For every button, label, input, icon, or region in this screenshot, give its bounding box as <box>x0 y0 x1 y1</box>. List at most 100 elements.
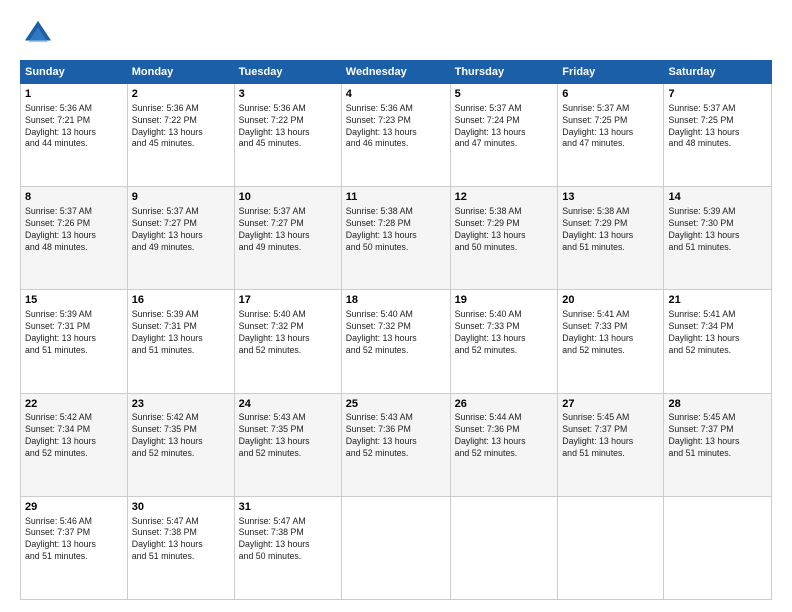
day-number: 18 <box>346 293 446 308</box>
day-cell: 17Sunrise: 5:40 AM Sunset: 7:32 PM Dayli… <box>234 290 341 393</box>
day-info: Sunrise: 5:44 AM Sunset: 7:36 PM Dayligh… <box>455 412 554 460</box>
day-info: Sunrise: 5:37 AM Sunset: 7:25 PM Dayligh… <box>668 103 767 151</box>
day-number: 31 <box>239 500 337 515</box>
day-info: Sunrise: 5:37 AM Sunset: 7:24 PM Dayligh… <box>455 103 554 151</box>
calendar-body: 1Sunrise: 5:36 AM Sunset: 7:21 PM Daylig… <box>21 84 772 600</box>
day-number: 30 <box>132 500 230 515</box>
day-number: 13 <box>562 190 659 205</box>
day-info: Sunrise: 5:42 AM Sunset: 7:35 PM Dayligh… <box>132 412 230 460</box>
day-cell: 4Sunrise: 5:36 AM Sunset: 7:23 PM Daylig… <box>341 84 450 187</box>
day-number: 27 <box>562 397 659 412</box>
day-info: Sunrise: 5:46 AM Sunset: 7:37 PM Dayligh… <box>25 516 123 564</box>
day-cell: 19Sunrise: 5:40 AM Sunset: 7:33 PM Dayli… <box>450 290 558 393</box>
day-info: Sunrise: 5:38 AM Sunset: 7:29 PM Dayligh… <box>562 206 659 254</box>
day-info: Sunrise: 5:39 AM Sunset: 7:31 PM Dayligh… <box>25 309 123 357</box>
header <box>20 16 772 52</box>
day-info: Sunrise: 5:36 AM Sunset: 7:23 PM Dayligh… <box>346 103 446 151</box>
day-number: 14 <box>668 190 767 205</box>
day-number: 8 <box>25 190 123 205</box>
day-cell: 1Sunrise: 5:36 AM Sunset: 7:21 PM Daylig… <box>21 84 128 187</box>
day-cell: 22Sunrise: 5:42 AM Sunset: 7:34 PM Dayli… <box>21 393 128 496</box>
day-number: 12 <box>455 190 554 205</box>
day-info: Sunrise: 5:36 AM Sunset: 7:22 PM Dayligh… <box>239 103 337 151</box>
day-number: 21 <box>668 293 767 308</box>
day-cell: 8Sunrise: 5:37 AM Sunset: 7:26 PM Daylig… <box>21 187 128 290</box>
day-cell: 3Sunrise: 5:36 AM Sunset: 7:22 PM Daylig… <box>234 84 341 187</box>
day-cell: 10Sunrise: 5:37 AM Sunset: 7:27 PM Dayli… <box>234 187 341 290</box>
day-info: Sunrise: 5:41 AM Sunset: 7:34 PM Dayligh… <box>668 309 767 357</box>
day-number: 25 <box>346 397 446 412</box>
day-info: Sunrise: 5:37 AM Sunset: 7:27 PM Dayligh… <box>132 206 230 254</box>
day-number: 15 <box>25 293 123 308</box>
day-number: 3 <box>239 87 337 102</box>
day-number: 7 <box>668 87 767 102</box>
logo <box>20 16 60 52</box>
day-info: Sunrise: 5:37 AM Sunset: 7:25 PM Dayligh… <box>562 103 659 151</box>
day-number: 2 <box>132 87 230 102</box>
day-number: 9 <box>132 190 230 205</box>
day-info: Sunrise: 5:40 AM Sunset: 7:33 PM Dayligh… <box>455 309 554 357</box>
week-row-5: 29Sunrise: 5:46 AM Sunset: 7:37 PM Dayli… <box>21 496 772 599</box>
day-info: Sunrise: 5:43 AM Sunset: 7:35 PM Dayligh… <box>239 412 337 460</box>
day-info: Sunrise: 5:37 AM Sunset: 7:27 PM Dayligh… <box>239 206 337 254</box>
page: SundayMondayTuesdayWednesdayThursdayFrid… <box>0 0 792 612</box>
day-info: Sunrise: 5:39 AM Sunset: 7:31 PM Dayligh… <box>132 309 230 357</box>
day-cell: 15Sunrise: 5:39 AM Sunset: 7:31 PM Dayli… <box>21 290 128 393</box>
day-number: 5 <box>455 87 554 102</box>
day-number: 10 <box>239 190 337 205</box>
day-number: 20 <box>562 293 659 308</box>
day-number: 6 <box>562 87 659 102</box>
day-cell: 30Sunrise: 5:47 AM Sunset: 7:38 PM Dayli… <box>127 496 234 599</box>
day-number: 11 <box>346 190 446 205</box>
header-cell-friday: Friday <box>558 61 664 84</box>
day-cell: 18Sunrise: 5:40 AM Sunset: 7:32 PM Dayli… <box>341 290 450 393</box>
header-cell-saturday: Saturday <box>664 61 772 84</box>
logo-icon <box>20 16 56 52</box>
day-number: 22 <box>25 397 123 412</box>
day-cell: 25Sunrise: 5:43 AM Sunset: 7:36 PM Dayli… <box>341 393 450 496</box>
day-cell: 29Sunrise: 5:46 AM Sunset: 7:37 PM Dayli… <box>21 496 128 599</box>
day-cell: 5Sunrise: 5:37 AM Sunset: 7:24 PM Daylig… <box>450 84 558 187</box>
day-cell <box>558 496 664 599</box>
day-cell <box>664 496 772 599</box>
day-info: Sunrise: 5:40 AM Sunset: 7:32 PM Dayligh… <box>239 309 337 357</box>
calendar-header: SundayMondayTuesdayWednesdayThursdayFrid… <box>21 61 772 84</box>
day-cell: 27Sunrise: 5:45 AM Sunset: 7:37 PM Dayli… <box>558 393 664 496</box>
day-info: Sunrise: 5:47 AM Sunset: 7:38 PM Dayligh… <box>132 516 230 564</box>
day-info: Sunrise: 5:38 AM Sunset: 7:28 PM Dayligh… <box>346 206 446 254</box>
day-info: Sunrise: 5:47 AM Sunset: 7:38 PM Dayligh… <box>239 516 337 564</box>
day-cell: 28Sunrise: 5:45 AM Sunset: 7:37 PM Dayli… <box>664 393 772 496</box>
header-row: SundayMondayTuesdayWednesdayThursdayFrid… <box>21 61 772 84</box>
day-info: Sunrise: 5:41 AM Sunset: 7:33 PM Dayligh… <box>562 309 659 357</box>
day-cell <box>341 496 450 599</box>
day-cell: 2Sunrise: 5:36 AM Sunset: 7:22 PM Daylig… <box>127 84 234 187</box>
day-cell: 13Sunrise: 5:38 AM Sunset: 7:29 PM Dayli… <box>558 187 664 290</box>
day-number: 23 <box>132 397 230 412</box>
day-cell: 26Sunrise: 5:44 AM Sunset: 7:36 PM Dayli… <box>450 393 558 496</box>
header-cell-wednesday: Wednesday <box>341 61 450 84</box>
day-cell: 16Sunrise: 5:39 AM Sunset: 7:31 PM Dayli… <box>127 290 234 393</box>
day-cell: 31Sunrise: 5:47 AM Sunset: 7:38 PM Dayli… <box>234 496 341 599</box>
week-row-4: 22Sunrise: 5:42 AM Sunset: 7:34 PM Dayli… <box>21 393 772 496</box>
day-number: 17 <box>239 293 337 308</box>
day-cell: 9Sunrise: 5:37 AM Sunset: 7:27 PM Daylig… <box>127 187 234 290</box>
day-cell <box>450 496 558 599</box>
day-number: 16 <box>132 293 230 308</box>
day-cell: 6Sunrise: 5:37 AM Sunset: 7:25 PM Daylig… <box>558 84 664 187</box>
day-info: Sunrise: 5:40 AM Sunset: 7:32 PM Dayligh… <box>346 309 446 357</box>
day-info: Sunrise: 5:37 AM Sunset: 7:26 PM Dayligh… <box>25 206 123 254</box>
day-number: 28 <box>668 397 767 412</box>
day-cell: 21Sunrise: 5:41 AM Sunset: 7:34 PM Dayli… <box>664 290 772 393</box>
week-row-3: 15Sunrise: 5:39 AM Sunset: 7:31 PM Dayli… <box>21 290 772 393</box>
day-number: 24 <box>239 397 337 412</box>
week-row-2: 8Sunrise: 5:37 AM Sunset: 7:26 PM Daylig… <box>21 187 772 290</box>
day-cell: 12Sunrise: 5:38 AM Sunset: 7:29 PM Dayli… <box>450 187 558 290</box>
header-cell-thursday: Thursday <box>450 61 558 84</box>
day-number: 4 <box>346 87 446 102</box>
day-info: Sunrise: 5:36 AM Sunset: 7:21 PM Dayligh… <box>25 103 123 151</box>
day-cell: 24Sunrise: 5:43 AM Sunset: 7:35 PM Dayli… <box>234 393 341 496</box>
header-cell-monday: Monday <box>127 61 234 84</box>
day-number: 1 <box>25 87 123 102</box>
day-info: Sunrise: 5:43 AM Sunset: 7:36 PM Dayligh… <box>346 412 446 460</box>
day-info: Sunrise: 5:36 AM Sunset: 7:22 PM Dayligh… <box>132 103 230 151</box>
